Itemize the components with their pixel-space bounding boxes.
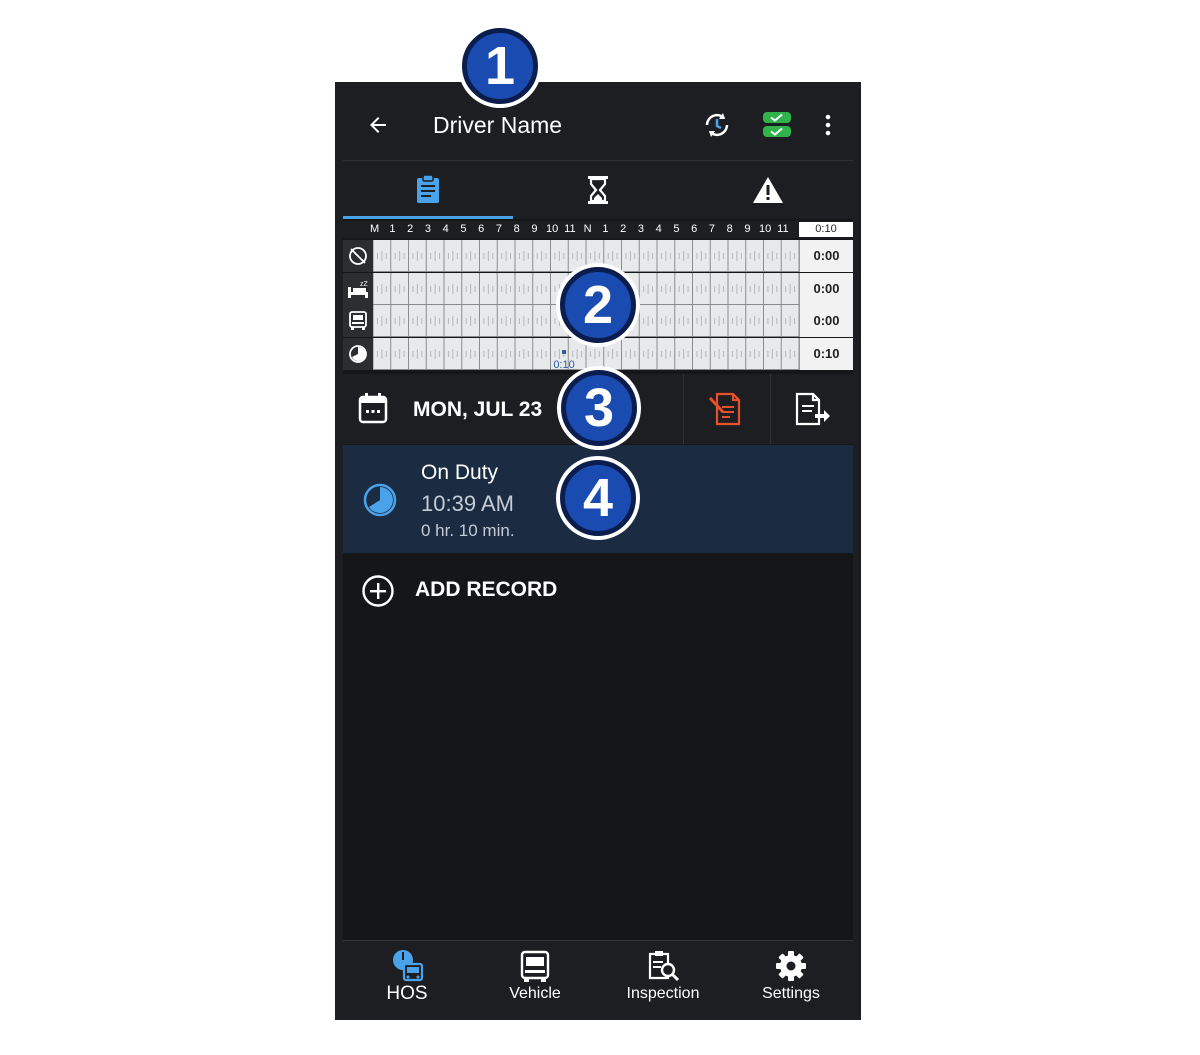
record-status: On Duty — [421, 461, 499, 484]
sync-status-button[interactable] — [755, 90, 799, 160]
hos-icon — [393, 950, 424, 982]
document-export-icon — [795, 392, 830, 426]
hour-label: 1 — [389, 223, 396, 235]
callout-3: 3 — [561, 370, 637, 446]
record-start-time: 10:39 AM — [421, 491, 514, 516]
settings-gear-icon — [776, 951, 806, 981]
sync-clock-icon — [705, 113, 729, 137]
nav-settings[interactable]: Settings — [727, 941, 853, 1018]
hour-label: 9 — [744, 223, 751, 235]
hour-label: 4 — [655, 223, 662, 235]
hour-label: M — [370, 223, 380, 235]
calendar-icon — [358, 393, 388, 424]
app-screen: Driver Name M 1 2 3 4 5 6 7 8 9 10 11 N … — [343, 90, 853, 1018]
callout-4: 4 — [560, 460, 636, 536]
callout-1: 1 — [462, 28, 538, 104]
hour-labels-row: M 1 2 3 4 5 6 7 8 9 10 11 N 1 2 3 4 5 6 7 8 9 10 11 — [343, 221, 853, 238]
tab-violations[interactable] — [683, 161, 853, 219]
hour-label: 2 — [407, 223, 414, 235]
export-log-button[interactable] — [771, 374, 853, 444]
segment-duration-label: 0:10 — [553, 359, 574, 370]
hour-label: 2 — [620, 223, 627, 235]
hour-label: 5 — [673, 223, 680, 235]
total-time-header: 0:10 — [799, 222, 853, 237]
nav-vehicle[interactable]: Vehicle — [471, 941, 599, 1018]
tab-clocks[interactable] — [513, 161, 683, 219]
on-duty-segment — [562, 349, 567, 354]
warning-icon — [753, 177, 783, 203]
bottom-navigation: HOS Vehicle Inspection Settings — [343, 940, 853, 1018]
record-duration: 0 hr. 10 min. — [421, 521, 515, 540]
nav-hos[interactable]: HOS — [343, 941, 471, 1018]
hour-label: 7 — [708, 223, 715, 235]
back-button[interactable] — [357, 90, 399, 160]
hour-label: 3 — [424, 223, 431, 235]
add-record-label: ADD RECORD — [415, 578, 558, 601]
off-duty-icon — [343, 240, 373, 272]
status-total-sleeper-berth: 0:00 — [799, 272, 853, 305]
nav-inspection-label: Inspection — [626, 985, 700, 1002]
add-circle-icon — [362, 575, 394, 607]
status-row-grid: 0:10 — [373, 337, 799, 370]
svg-text:zZ: zZ — [360, 281, 369, 288]
tab-bar — [343, 161, 853, 219]
hour-label: N — [583, 223, 592, 235]
hour-label: 6 — [478, 223, 485, 235]
add-record-button[interactable]: ADD RECORD — [343, 570, 853, 610]
sync-check-icon — [763, 112, 791, 137]
hour-label: 8 — [513, 223, 520, 235]
vehicle-icon — [520, 950, 550, 982]
sync-history-button[interactable] — [695, 90, 739, 160]
hour-label: 4 — [442, 223, 449, 235]
log-date-label: MON, JUL 23 — [413, 398, 543, 421]
hour-label: 1 — [602, 223, 609, 235]
clipboard-icon — [417, 173, 439, 203]
status-row-grid — [373, 240, 799, 272]
inspection-icon — [648, 951, 679, 982]
hour-label: 7 — [495, 223, 502, 235]
hour-label: 3 — [637, 223, 644, 235]
status-total-off-duty: 0:00 — [799, 240, 853, 272]
certify-log-button[interactable] — [684, 374, 770, 444]
sleeper-berth-icon: zZ — [343, 272, 373, 305]
nav-vehicle-label: Vehicle — [509, 985, 561, 1002]
back-arrow-icon — [370, 117, 386, 133]
driver-name-title: Driver Name — [433, 112, 563, 138]
date-picker-button[interactable] — [357, 392, 397, 426]
on-duty-clock-icon — [363, 483, 397, 517]
nav-inspection[interactable]: Inspection — [599, 941, 727, 1018]
nav-hos-label: HOS — [386, 983, 428, 1004]
hour-label: 11 — [777, 223, 789, 235]
status-total-on-duty: 0:10 — [799, 337, 853, 370]
callout-2: 2 — [560, 267, 636, 343]
app-header: Driver Name — [343, 90, 853, 161]
hour-label: 6 — [691, 223, 698, 235]
hour-label: 10 — [546, 223, 559, 235]
hour-label: 9 — [531, 223, 538, 235]
more-vertical-icon — [825, 114, 831, 136]
hour-label: 11 — [564, 223, 576, 235]
status-total-driving: 0:00 — [799, 305, 853, 337]
overflow-menu-button[interactable] — [813, 90, 843, 160]
tab-logs[interactable] — [343, 161, 513, 219]
device-frame: Driver Name M 1 2 3 4 5 6 7 8 9 10 11 N … — [335, 82, 861, 1020]
driving-truck-icon — [343, 305, 373, 337]
on-duty-clock-icon — [343, 337, 373, 370]
nav-settings-label: Settings — [762, 985, 820, 1002]
hour-label: 10 — [759, 223, 772, 235]
hour-label: 5 — [460, 223, 467, 235]
hourglass-icon — [588, 176, 608, 204]
unsigned-document-icon — [709, 392, 741, 426]
hour-label: 8 — [726, 223, 733, 235]
